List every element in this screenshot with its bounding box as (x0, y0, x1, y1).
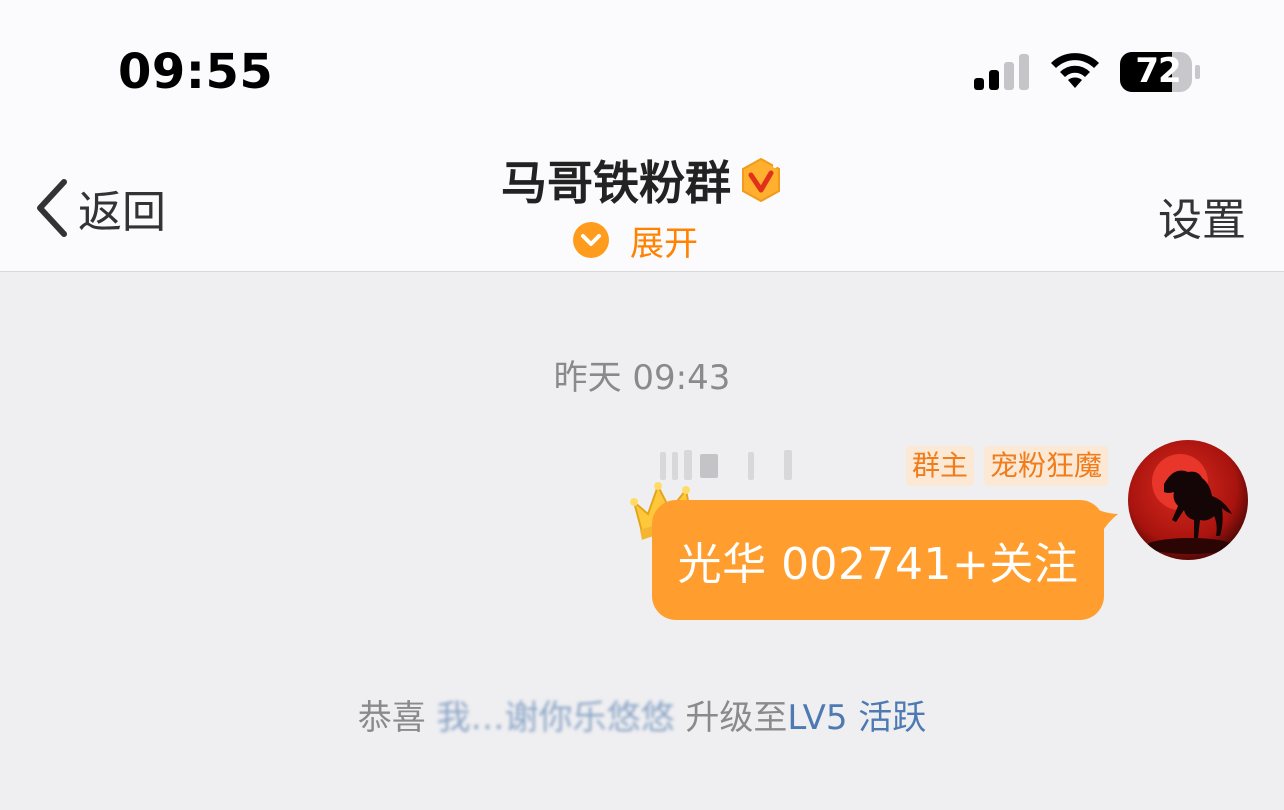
top-bar: 09:55 72 返回 马哥铁粉群 展开 设置 (0, 0, 1284, 272)
battery-level: 72 (1135, 51, 1181, 91)
expand-button[interactable]: 展开 (572, 216, 698, 264)
sender-name-redacted[interactable] (656, 448, 796, 484)
settings-button[interactable]: 设置 (1158, 184, 1246, 248)
owner-badge: 群主 (906, 446, 975, 486)
horse-avatar-image (1128, 440, 1248, 560)
page-title: 马哥铁粉群 (501, 156, 731, 210)
chevron-left-icon (37, 179, 67, 237)
message-timestamp: 昨天 09:43 (553, 358, 731, 398)
back-button[interactable]: 返回 (32, 176, 166, 240)
system-prefix: 恭喜 (357, 698, 426, 738)
chevron-down-circle-icon (573, 222, 609, 258)
system-middle: 升级至 (685, 698, 788, 738)
bubble-tail (1098, 510, 1118, 532)
system-user-link[interactable]: 我…谢你乐悠悠 (437, 698, 675, 738)
level-link[interactable]: LV5 活跃 (787, 698, 926, 738)
cellular-signal-icon (974, 54, 1029, 90)
status-time: 09:55 (118, 44, 274, 100)
wifi-icon (1051, 53, 1099, 88)
chat-title-group: 马哥铁粉群 (440, 148, 844, 212)
expand-label: 展开 (630, 223, 698, 264)
back-label: 返回 (78, 187, 166, 238)
title-badge: 宠粉狂魔 (984, 446, 1109, 486)
message-text: 光华 002741+关注 (677, 539, 1079, 590)
message-bubble[interactable]: 光华 002741+关注 (652, 500, 1104, 620)
verified-badge-icon (742, 157, 780, 203)
avatar[interactable] (1128, 440, 1248, 560)
system-message: 恭喜 我…谢你乐悠悠 升级至LV5 活跃 (0, 690, 1284, 739)
